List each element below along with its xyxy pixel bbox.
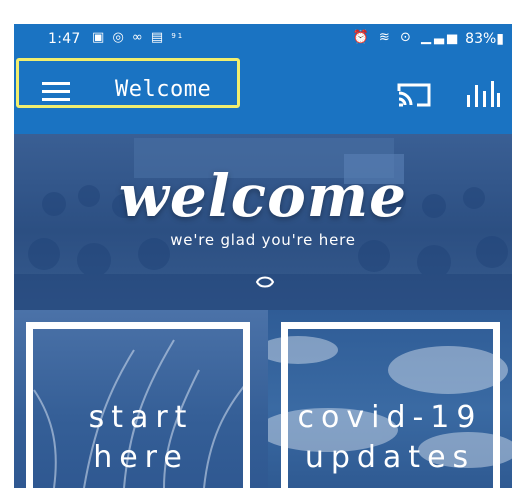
alarm-icon: ⏰ [352,30,372,45]
wifi-icon: ≋ [378,30,393,45]
app-bar: Welcome [14,54,512,134]
tile-label-line2: updates [304,440,476,475]
tile-label: start here [14,398,268,478]
link-icon: ∞ [131,30,145,45]
instagram-icon: ◎ [112,30,126,45]
notification-icons: ▣ ◎ ∞ ▤ 91 [92,30,184,45]
tile-label-line2: here [93,440,189,475]
hotspot-icon: ⊙ [399,30,414,45]
status-time: 1:47 [48,31,81,47]
church-logo-icon [255,276,275,288]
status-bar: 1:47 ▣ ◎ ∞ ▤ 91 ⏰ ≋ ⊙ ▁▃▅ 83%▮ [14,24,512,54]
welcome-banner[interactable]: welcome we're glad you're here [14,134,512,310]
tile-label-line1: covid-19 [297,400,483,435]
cast-notification-icon: ▤ [150,30,166,45]
battery-percent: 83% [465,31,497,47]
page-title: Welcome [115,77,212,102]
battery-status: 83%▮ [465,31,504,47]
tile-label: covid-19 updates [268,398,512,478]
cast-icon[interactable] [396,81,432,109]
audio-icon[interactable] [466,81,500,107]
battery-icon: ▮ [496,31,504,47]
system-icons: ⏰ ≋ ⊙ ▁▃▅ [353,30,460,45]
covid-updates-tile[interactable]: covid-19 updates [268,310,512,488]
cell-signal-icon: ▁▃▅ [421,30,460,45]
hero-subtitle: we're glad you're here [170,231,356,249]
tile-label-line1: start [88,400,194,435]
hero-title: welcome [118,162,408,230]
photo-icon: ▣ [92,30,107,45]
tile-row: start here covid-19 updates [14,310,512,488]
menu-icon[interactable] [42,82,70,102]
start-here-tile[interactable]: start here [14,310,268,488]
signal-small-label: 91 [171,32,185,40]
